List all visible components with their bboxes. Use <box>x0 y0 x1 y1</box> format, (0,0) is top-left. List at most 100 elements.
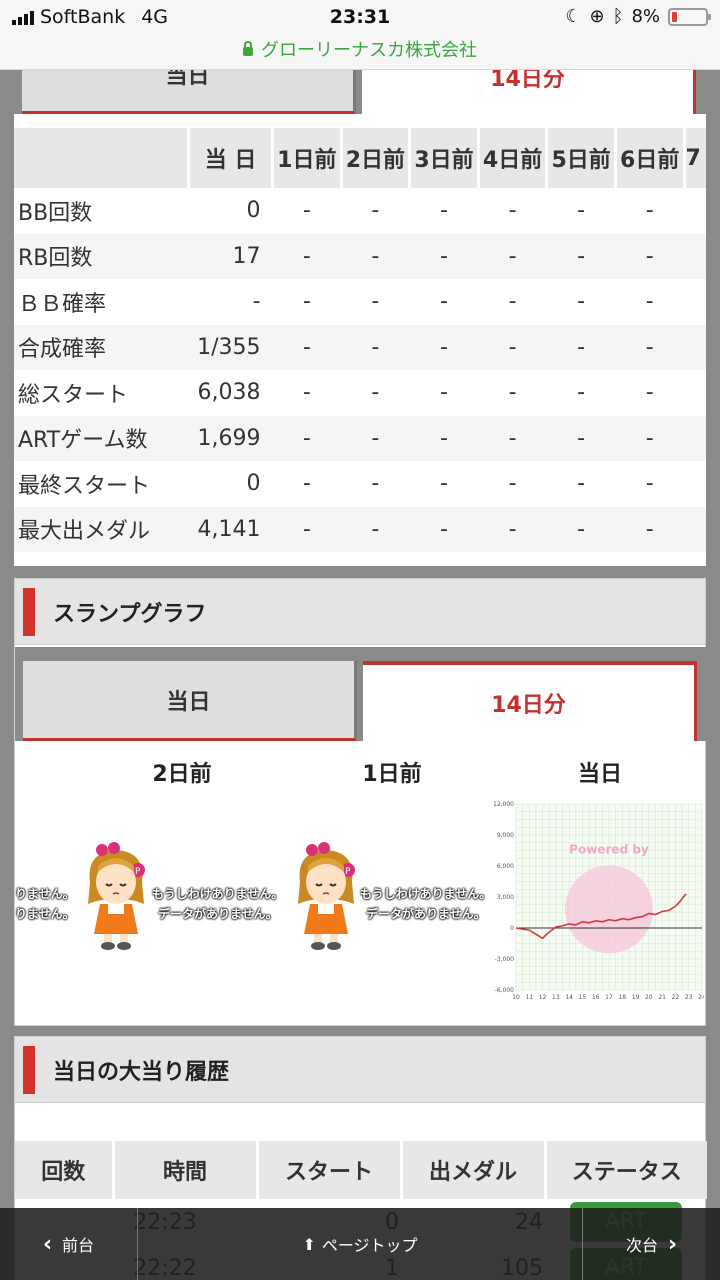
page-top-button[interactable]: ⬆ ページトップ <box>138 1208 582 1280</box>
x-tick-label: 21 <box>658 994 666 1001</box>
row-value: - <box>341 415 410 461</box>
y-tick-label: 9,000 <box>497 832 514 839</box>
section-marker <box>23 587 35 636</box>
table-row: ARTゲーム数 1,699- - - - - - <box>14 415 706 461</box>
row-value: - <box>508 471 517 497</box>
x-tick-label: 13 <box>552 994 560 1001</box>
x-tick-label: 16 <box>592 994 600 1001</box>
row-value: - <box>341 506 410 552</box>
row-value: - <box>272 415 342 461</box>
next-machine-button[interactable]: 次台 › <box>582 1208 720 1280</box>
section-marker <box>23 1045 35 1094</box>
row-value: - <box>508 198 517 224</box>
x-tick-label: 24 <box>698 994 704 1001</box>
row-label: ARTゲーム数 <box>14 415 189 461</box>
row-value-cut <box>684 279 706 325</box>
row-value: - <box>341 324 410 370</box>
history-header: 出メダル <box>401 1141 547 1199</box>
slump-title: スランプグラフ <box>53 601 207 627</box>
row-value-today: 17 <box>188 233 273 279</box>
row-label: ＢＢ確率 <box>18 291 107 317</box>
next-machine-label: 次台 <box>625 1236 658 1255</box>
slump-chart: Powered by 12,000 9,000 6,000 3,000 0 -3,000 -6… <box>494 801 704 1001</box>
graph-label-today: 当日 <box>577 762 622 787</box>
history-header: スタート <box>257 1141 403 1199</box>
row-value: - <box>645 380 654 406</box>
history-title: 当日の大当り履歴 <box>53 1059 230 1085</box>
row-value: - <box>546 506 616 552</box>
row-value: - <box>478 415 547 461</box>
row-value-today: 4,141 <box>188 506 273 552</box>
y-tick-label: 3,000 <box>497 894 514 901</box>
row-value: - <box>302 471 311 497</box>
arrow-up-icon: ⬆ <box>302 1234 316 1254</box>
row-value: - <box>409 506 479 552</box>
no-data-line1: もうしわけありません。 <box>152 887 284 901</box>
x-tick-label: 20 <box>645 994 653 1001</box>
history-header: 回数 <box>15 1141 115 1199</box>
chevron-left-icon: ‹ <box>42 1231 53 1257</box>
slump-tab-today-label: 当日 <box>166 689 211 715</box>
table-header: 6日前 <box>615 128 686 188</box>
table-row: 総スタート 6,038 - - - - - - <box>14 370 706 416</box>
table-row: BB回数 0 - - - - - - <box>14 188 706 234</box>
row-value: - <box>478 506 547 552</box>
x-tick-label: 10 <box>512 994 520 1001</box>
row-value-cut <box>684 415 706 461</box>
slump-tab-today[interactable]: 当日 <box>23 661 357 741</box>
row-value: - <box>615 233 684 279</box>
x-tick-label: 11 <box>525 994 533 1001</box>
table-header: 当 日 <box>188 128 275 188</box>
row-value: - <box>272 324 342 370</box>
slump-tab-14days[interactable]: 14日分 <box>363 661 697 741</box>
history-header: 時間 <box>113 1141 259 1199</box>
row-label: 最大出メダル <box>14 506 189 552</box>
status-bar: SoftBank 4G 23:31 ☾ ⊕ ᛒ 8% グローリーナスカ株式会社 <box>0 0 720 70</box>
no-data-message-partial: りません。 りません。 <box>15 884 75 924</box>
slump-header: スランプグラフ <box>15 579 705 645</box>
url-bar[interactable]: グローリーナスカ株式会社 <box>0 36 720 62</box>
slump-tabs: 当日 14日分 <box>15 647 707 741</box>
prev-machine-button[interactable]: ‹ 前台 <box>0 1208 138 1280</box>
bluetooth-icon: ᛒ <box>612 6 624 27</box>
graph-label-2days: 2日前 <box>152 762 212 787</box>
y-tick-label: -6,000 <box>495 987 515 994</box>
lock-icon <box>243 41 253 56</box>
chevron-right-icon: › <box>667 1231 678 1257</box>
bottom-nav-bar: ‹ 前台 ⬆ ページトップ 次台 › <box>0 1208 720 1280</box>
x-tick-label: 17 <box>605 994 613 1001</box>
row-value: - <box>409 233 479 279</box>
table-header: 7 <box>684 128 706 188</box>
table-header-blank <box>14 128 191 188</box>
row-label: BB回数 <box>18 200 93 226</box>
no-data-line2: りません。 <box>15 907 75 921</box>
row-value-cut <box>684 324 706 370</box>
x-tick-label: 18 <box>618 994 626 1001</box>
row-value: - <box>546 233 616 279</box>
row-value: - <box>577 380 586 406</box>
row-value: - <box>371 380 380 406</box>
row-value-cut <box>684 188 706 234</box>
row-value: - <box>645 289 654 315</box>
no-data-message: もうしわけありません。 データがありません。 <box>360 884 491 924</box>
row-value: - <box>478 233 547 279</box>
row-value: - <box>615 324 684 370</box>
row-value: - <box>371 198 380 224</box>
table-header: 4日前 <box>478 128 549 188</box>
row-value: - <box>645 198 654 224</box>
row-value: - <box>577 198 586 224</box>
row-value-today: 1,699 <box>188 415 273 461</box>
row-value-today: 0 <box>246 471 261 497</box>
table-header: 3日前 <box>409 128 480 188</box>
row-label: 総スタート <box>18 382 129 408</box>
history-header-row: 回数 時間 スタート 出メダル ステータス <box>15 1141 707 1199</box>
row-value: - <box>615 415 684 461</box>
row-value: - <box>546 415 616 461</box>
row-value: - <box>577 471 586 497</box>
slump-tab-14days-label: 14日分 <box>491 693 566 718</box>
rotation-lock-icon: ⊕ <box>589 6 605 27</box>
row-value-cut <box>684 461 706 507</box>
row-value: - <box>440 471 448 497</box>
battery-icon <box>668 7 711 26</box>
row-value-today: 0 <box>246 198 261 224</box>
